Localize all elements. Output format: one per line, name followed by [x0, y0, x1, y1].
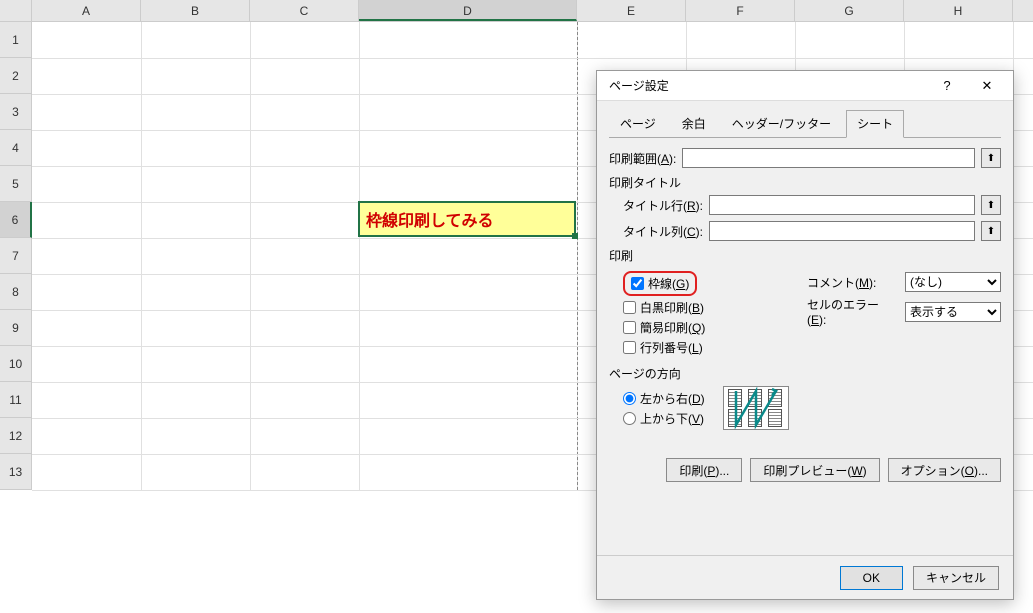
row-header-11[interactable]: 11 — [0, 382, 32, 418]
bw-label[interactable]: 白黒印刷(B) — [640, 299, 704, 316]
col-header-D[interactable]: D — [359, 0, 577, 21]
row-header-10[interactable]: 10 — [0, 346, 32, 382]
row-header-4[interactable]: 4 — [0, 130, 32, 166]
row-header-5[interactable]: 5 — [0, 166, 32, 202]
title-row-input[interactable] — [709, 195, 975, 215]
rowcol-label[interactable]: 行列番号(L) — [640, 339, 703, 356]
comments-select[interactable]: (なし) — [905, 272, 1001, 292]
print-area-label: 印刷範囲(A): — [609, 150, 676, 167]
ok-button[interactable]: OK — [840, 566, 903, 590]
bw-checkbox[interactable] — [623, 301, 636, 314]
row-header-12[interactable]: 12 — [0, 418, 32, 454]
dialog-titlebar[interactable]: ページ設定 ? ✕ — [597, 71, 1013, 101]
collapse-title-row[interactable]: ⬆ — [981, 195, 1001, 215]
col-header-C[interactable]: C — [250, 0, 359, 21]
collapse-icon: ⬆ — [987, 200, 995, 211]
errors-label: セルのエラー(E): — [807, 296, 897, 327]
draft-checkbox[interactable] — [623, 321, 636, 334]
title-row-label: タイトル行(R): — [623, 197, 703, 214]
over-then-down-label[interactable]: 上から下(V) — [640, 410, 704, 427]
tab-1[interactable]: 余白 — [671, 110, 717, 138]
row-header-7[interactable]: 7 — [0, 238, 32, 274]
col-header-G[interactable]: G — [795, 0, 904, 21]
cancel-button[interactable]: キャンセル — [913, 566, 999, 590]
errors-select[interactable]: 表示する — [905, 302, 1001, 322]
page-break-line — [577, 22, 578, 490]
dialog-title: ページ設定 — [609, 77, 927, 94]
row-header-1[interactable]: 1 — [0, 22, 32, 58]
rowcol-checkbox[interactable] — [623, 341, 636, 354]
comments-label: コメント(M): — [807, 274, 897, 291]
active-cell[interactable]: 枠線印刷してみる — [358, 201, 576, 237]
print-button[interactable]: 印刷(P)... — [666, 458, 742, 482]
col-header-B[interactable]: B — [141, 0, 250, 21]
help-button[interactable]: ? — [927, 72, 967, 100]
collapse-icon: ⬆ — [987, 153, 995, 164]
row-header-13[interactable]: 13 — [0, 454, 32, 490]
tab-2[interactable]: ヘッダー/フッター — [721, 110, 842, 138]
collapse-title-col[interactable]: ⬆ — [981, 221, 1001, 241]
print-section-label: 印刷 — [609, 247, 1001, 264]
dialog-footer: OK キャンセル — [597, 555, 1013, 599]
page-order-label: ページの方向 — [609, 365, 1001, 382]
print-area-input[interactable] — [682, 148, 975, 168]
row-header-9[interactable]: 9 — [0, 310, 32, 346]
print-titles-group: 印刷タイトル — [609, 174, 1001, 191]
dialog-tabs: ページ余白ヘッダー/フッターシート — [609, 109, 1001, 138]
close-button[interactable]: ✕ — [967, 72, 1007, 100]
over-then-down-radio[interactable] — [623, 412, 636, 425]
col-header-F[interactable]: F — [686, 0, 795, 21]
col-header-E[interactable]: E — [577, 0, 686, 21]
page-direction-icon — [723, 386, 789, 430]
down-then-over-label[interactable]: 左から右(D) — [640, 390, 705, 407]
collapse-icon: ⬆ — [987, 226, 995, 237]
print-preview-button[interactable]: 印刷プレビュー(W) — [750, 458, 879, 482]
col-header-A[interactable]: A — [32, 0, 141, 21]
row-header-2[interactable]: 2 — [0, 58, 32, 94]
col-header-H[interactable]: H — [904, 0, 1013, 21]
fill-handle[interactable] — [572, 233, 578, 239]
page-setup-dialog: ページ設定 ? ✕ ページ余白ヘッダー/フッターシート 印刷範囲(A): ⬆ 印… — [596, 70, 1014, 600]
title-col-label: タイトル列(C): — [623, 223, 703, 240]
tab-3[interactable]: シート — [846, 110, 904, 138]
tab-0[interactable]: ページ — [609, 110, 667, 138]
collapse-print-area[interactable]: ⬆ — [981, 148, 1001, 168]
column-headers: ABCDEFGH — [0, 0, 1033, 22]
gridlines-label[interactable]: 枠線(G) — [648, 275, 689, 292]
title-col-input[interactable] — [709, 221, 975, 241]
row-header-8[interactable]: 8 — [0, 274, 32, 310]
gridlines-checkbox[interactable] — [631, 277, 644, 290]
row-headers: 12345678910111213 — [0, 22, 32, 490]
down-then-over-radio[interactable] — [623, 392, 636, 405]
row-header-6[interactable]: 6 — [0, 202, 32, 238]
draft-label[interactable]: 簡易印刷(Q) — [640, 319, 705, 336]
gridlines-highlight: 枠線(G) — [623, 271, 697, 296]
row-header-3[interactable]: 3 — [0, 94, 32, 130]
options-button[interactable]: オプション(O)... — [888, 458, 1001, 482]
select-all-corner[interactable] — [0, 0, 32, 21]
